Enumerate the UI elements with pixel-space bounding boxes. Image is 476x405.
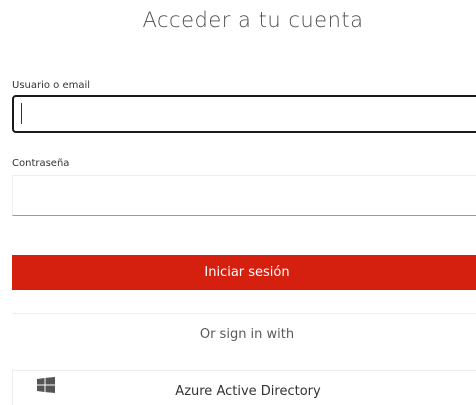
alternative-login-heading: Or sign in with bbox=[199, 327, 295, 342]
azure-ad-login-label: Azure Active Directory bbox=[175, 384, 321, 399]
password-label: Contraseña bbox=[12, 158, 70, 169]
username-input[interactable] bbox=[12, 95, 476, 133]
azure-ad-login-button[interactable]: Azure Active Directory bbox=[12, 370, 476, 405]
login-page: Acceder a tu cuenta Usuario o email Cont… bbox=[0, 0, 476, 405]
sign-in-button[interactable]: Iniciar sesión bbox=[12, 255, 476, 290]
username-label: Usuario o email bbox=[12, 80, 91, 91]
text-caret bbox=[21, 103, 22, 124]
divider bbox=[12, 313, 476, 314]
page-title: Acceder a tu cuenta bbox=[142, 8, 364, 32]
password-input[interactable] bbox=[12, 175, 476, 216]
